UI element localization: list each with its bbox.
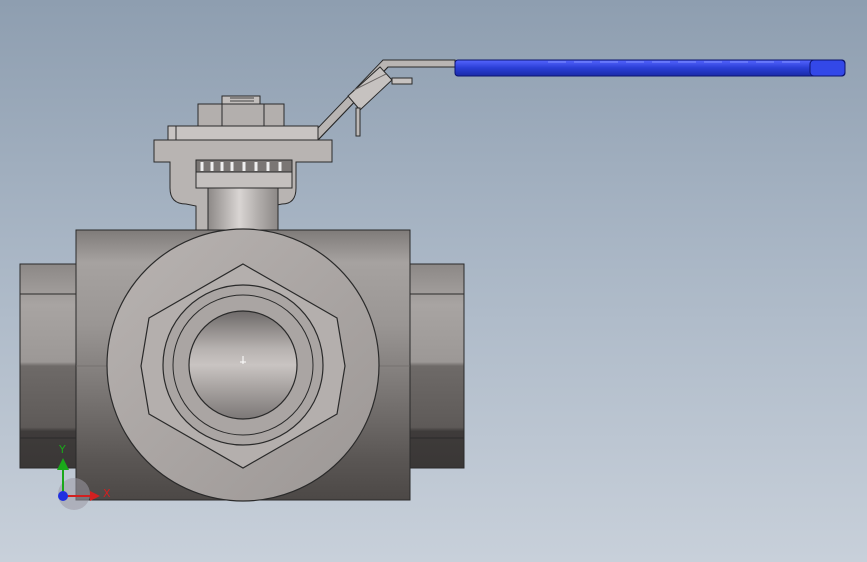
x-axis-label: X xyxy=(103,487,111,500)
front-port[interactable] xyxy=(106,228,380,502)
lever-handle[interactable] xyxy=(299,59,846,141)
left-port[interactable] xyxy=(19,263,79,469)
mounting-pad[interactable] xyxy=(153,139,333,233)
right-port[interactable] xyxy=(407,263,465,469)
stem-assembly[interactable] xyxy=(167,95,319,141)
graphics-viewport[interactable]: Y X xyxy=(0,0,867,562)
y-axis-label: Y xyxy=(59,443,66,456)
ball-valve-model[interactable] xyxy=(0,0,867,562)
